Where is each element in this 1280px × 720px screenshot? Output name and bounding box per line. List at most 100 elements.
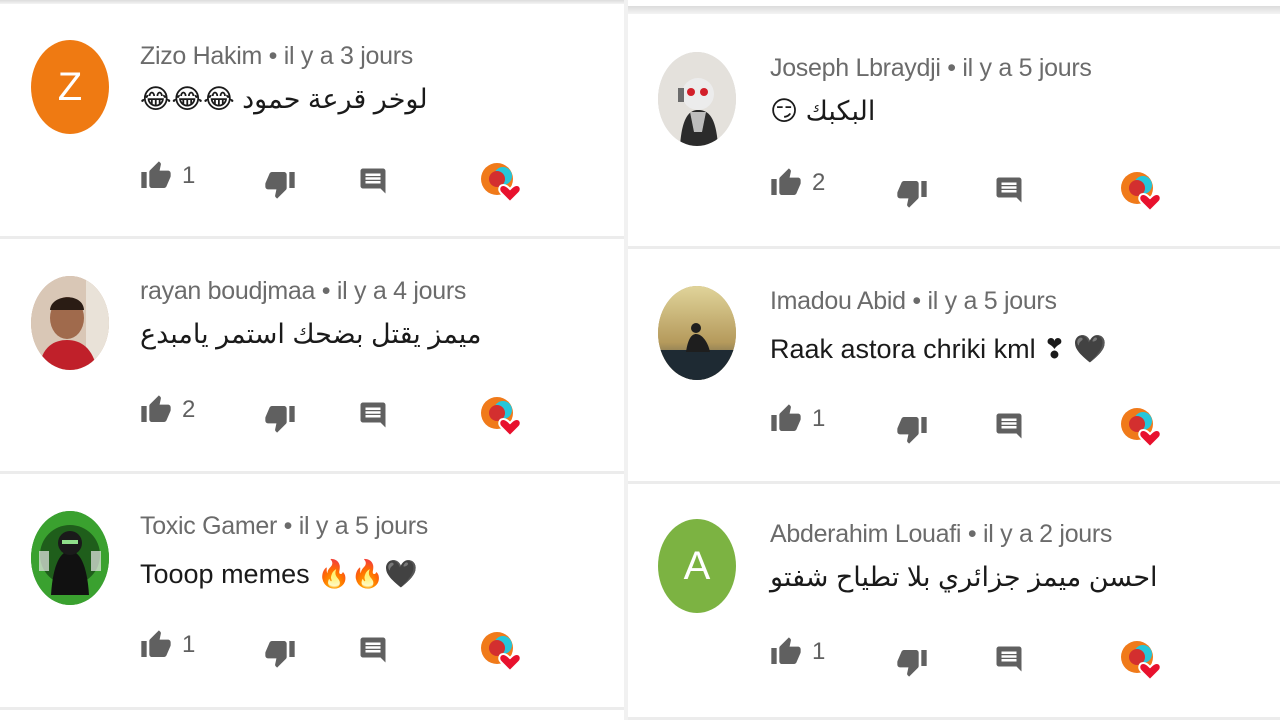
divider xyxy=(0,707,625,710)
thumb-up-icon xyxy=(771,637,801,664)
reply-button[interactable] xyxy=(994,175,1024,205)
creator-heart-badge xyxy=(1120,640,1162,682)
creator-heart-badge xyxy=(480,396,522,438)
comment-header: Abderahim Louafi • il y a 2 jours xyxy=(770,520,1112,549)
comment-actions: 2 xyxy=(770,167,1170,213)
comments-column-left: Z Zizo Hakim • il y a 3 jours لوخر قرعة … xyxy=(0,0,625,720)
separator: • xyxy=(967,520,977,548)
author-name[interactable]: Toxic Gamer xyxy=(140,512,277,540)
avatar[interactable] xyxy=(31,511,109,605)
like-count: 1 xyxy=(182,631,196,658)
dislike-button[interactable] xyxy=(896,177,928,209)
avatar-photo-icon xyxy=(31,511,109,605)
creator-heart-badge xyxy=(480,631,522,673)
comment-card: Joseph Lbraydji • il y a 5 jours البكبك … xyxy=(628,14,1280,249)
author-name[interactable]: Joseph Lbraydji xyxy=(770,54,941,82)
comment-actions: 1 xyxy=(770,636,1170,682)
comment-actions: 2 xyxy=(140,394,540,438)
avatar[interactable] xyxy=(31,276,109,370)
comment-text: البكبك 😏 xyxy=(770,96,876,126)
dislike-button[interactable] xyxy=(264,168,296,200)
comment-card: rayan boudjmaa • il y a 4 jours ميمز يقت… xyxy=(0,239,625,474)
reply-button[interactable] xyxy=(358,635,388,665)
comment-text: Tooop memes 🔥🔥🖤 xyxy=(140,559,418,589)
thumb-down-icon xyxy=(265,172,295,199)
comment-card: Imadou Abid • il y a 5 jours Raak astora… xyxy=(628,249,1280,484)
thumb-down-icon xyxy=(897,417,927,444)
thumb-down-icon xyxy=(265,641,295,668)
creator-heart-icon xyxy=(1121,641,1162,682)
like-count: 1 xyxy=(182,162,196,189)
thumb-up-icon xyxy=(771,168,801,195)
dislike-button[interactable] xyxy=(264,637,296,669)
comment-text: Raak astora chriki kml ❣ 🖤 xyxy=(770,334,1107,364)
reply-comment-icon xyxy=(360,637,386,663)
reply-comment-icon xyxy=(996,413,1022,439)
thumb-up-icon xyxy=(771,404,801,431)
avatar[interactable]: A xyxy=(658,519,736,613)
comment-card: A Abderahim Louafi • il y a 2 jours احسن… xyxy=(628,484,1280,720)
avatar[interactable]: Z xyxy=(31,40,109,134)
reply-comment-icon xyxy=(360,168,386,194)
like-button[interactable]: 1 xyxy=(140,160,195,192)
comment-card: Toxic Gamer • il y a 5 jours Tooop memes… xyxy=(0,474,625,710)
timestamp[interactable]: il y a 5 jours xyxy=(927,287,1056,315)
column-top-edge xyxy=(628,6,1280,14)
timestamp[interactable]: il y a 5 jours xyxy=(962,54,1091,82)
dislike-button[interactable] xyxy=(896,646,928,678)
comment-actions: 1 xyxy=(770,403,1170,449)
comment-text: ميمز يقتل بضحك استمر يامبدع xyxy=(140,319,482,349)
thumb-up-icon xyxy=(141,161,171,188)
reply-button[interactable] xyxy=(994,644,1024,674)
author-name[interactable]: rayan boudjmaa xyxy=(140,277,315,305)
comment-header: Toxic Gamer • il y a 5 jours xyxy=(140,512,428,541)
creator-heart-icon xyxy=(481,397,522,438)
thumb-down-icon xyxy=(897,181,927,208)
timestamp[interactable]: il y a 4 jours xyxy=(337,277,466,305)
like-button[interactable]: 2 xyxy=(770,167,825,199)
reply-comment-icon xyxy=(360,402,386,428)
like-button[interactable]: 1 xyxy=(140,629,195,661)
reply-button[interactable] xyxy=(358,400,388,430)
reply-comment-icon xyxy=(996,177,1022,203)
separator: • xyxy=(912,287,921,315)
dislike-button[interactable] xyxy=(896,413,928,445)
comment-text: لوخر قرعة حمود 😂😂😂 xyxy=(140,84,428,114)
author-name[interactable]: Imadou Abid xyxy=(770,287,906,315)
like-button[interactable]: 2 xyxy=(140,394,195,426)
comment-actions: 1 xyxy=(140,629,540,673)
timestamp[interactable]: il y a 5 jours xyxy=(299,512,428,540)
separator: • xyxy=(947,54,956,82)
comment-header: Zizo Hakim • il y a 3 jours xyxy=(140,42,413,71)
author-name[interactable]: Zizo Hakim xyxy=(140,42,262,70)
like-count: 1 xyxy=(812,638,826,665)
avatar-letter: Z xyxy=(57,64,83,109)
like-count: 2 xyxy=(182,396,196,423)
comment-header: rayan boudjmaa • il y a 4 jours xyxy=(140,277,466,306)
avatar-letter: A xyxy=(683,543,711,588)
avatar[interactable] xyxy=(658,286,736,380)
like-count: 2 xyxy=(812,169,826,196)
thumb-down-icon xyxy=(897,650,927,677)
author-name[interactable]: Abderahim Louafi xyxy=(770,520,961,548)
comment-header: Joseph Lbraydji • il y a 5 jours xyxy=(770,54,1092,83)
timestamp[interactable]: il y a 2 jours xyxy=(983,520,1112,548)
avatar-photo-icon xyxy=(658,52,736,146)
like-button[interactable]: 1 xyxy=(770,636,825,668)
dislike-button[interactable] xyxy=(264,402,296,434)
reply-button[interactable] xyxy=(994,411,1024,441)
creator-heart-icon xyxy=(1121,172,1162,213)
creator-heart-badge xyxy=(1120,171,1162,213)
comment-actions: 1 xyxy=(140,160,540,204)
avatar[interactable] xyxy=(658,52,736,146)
comment-card: Z Zizo Hakim • il y a 3 jours لوخر قرعة … xyxy=(0,4,625,239)
separator: • xyxy=(283,512,293,540)
separator: • xyxy=(268,42,278,70)
thumb-up-icon xyxy=(141,630,171,657)
timestamp[interactable]: il y a 3 jours xyxy=(284,42,413,70)
separator: • xyxy=(321,277,331,305)
like-button[interactable]: 1 xyxy=(770,403,825,435)
creator-heart-icon xyxy=(1121,408,1162,449)
like-count: 1 xyxy=(812,405,826,432)
reply-button[interactable] xyxy=(358,166,388,196)
